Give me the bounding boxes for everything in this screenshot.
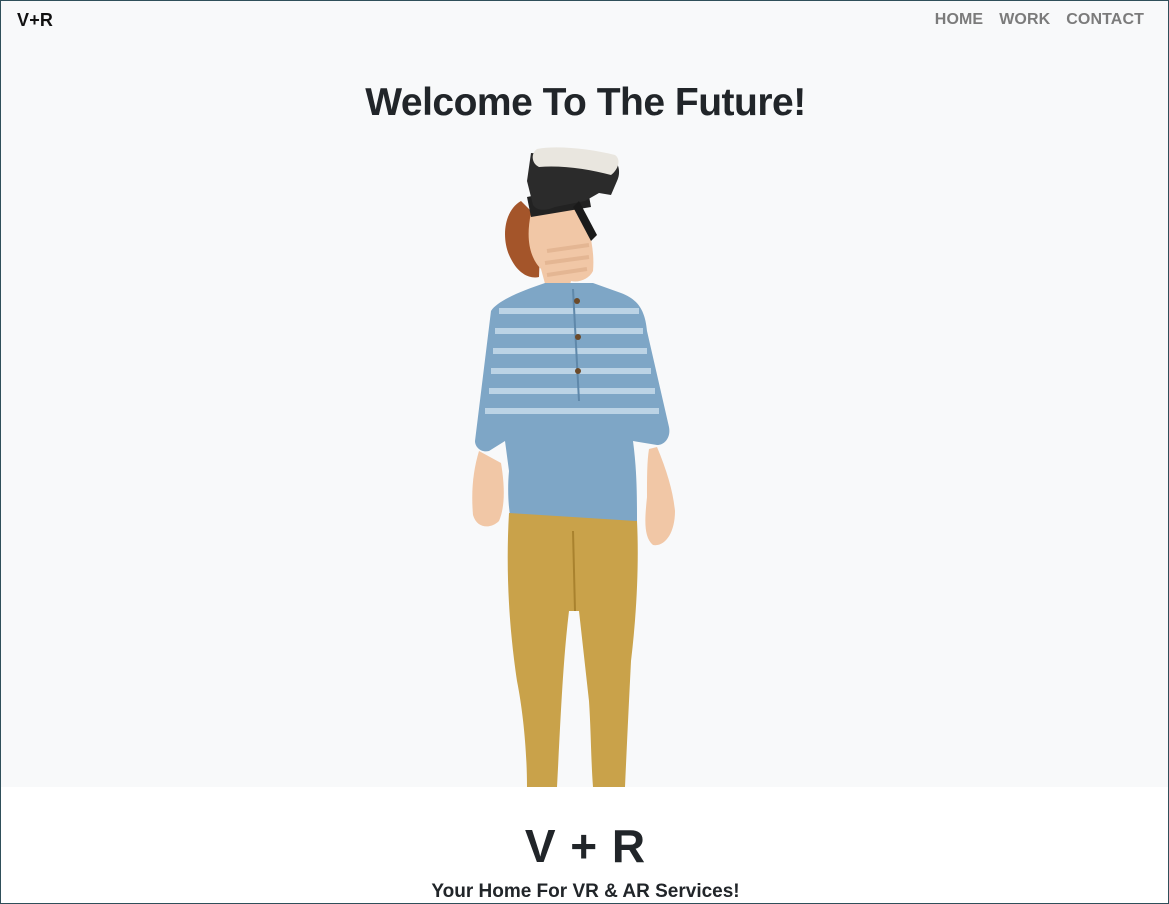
nav-links: HOME WORK CONTACT — [935, 11, 1144, 29]
section-brand-heading: V + R — [524, 820, 647, 872]
nav-link-home[interactable]: HOME — [935, 11, 983, 29]
figure-right-hand — [645, 447, 675, 546]
figure-left-hand — [472, 451, 504, 527]
hero-title: Welcome To The Future! — [365, 81, 806, 124]
hero-image — [472, 147, 675, 787]
nav-link-contact[interactable]: CONTACT — [1066, 11, 1144, 29]
figure-shirt — [475, 283, 670, 523]
page-frame: V+R HOME WORK CONTACT Welcome To The Fut… — [0, 0, 1169, 904]
section-tagline: Your Home For VR & AR Services! — [431, 881, 740, 902]
brand-logo-link[interactable]: V+R — [17, 10, 53, 31]
navbar: V+R HOME WORK CONTACT — [1, 1, 1168, 41]
hero-section: V+R HOME WORK CONTACT Welcome To The Fut… — [1, 1, 1168, 787]
nav-link-work[interactable]: WORK — [999, 11, 1050, 29]
